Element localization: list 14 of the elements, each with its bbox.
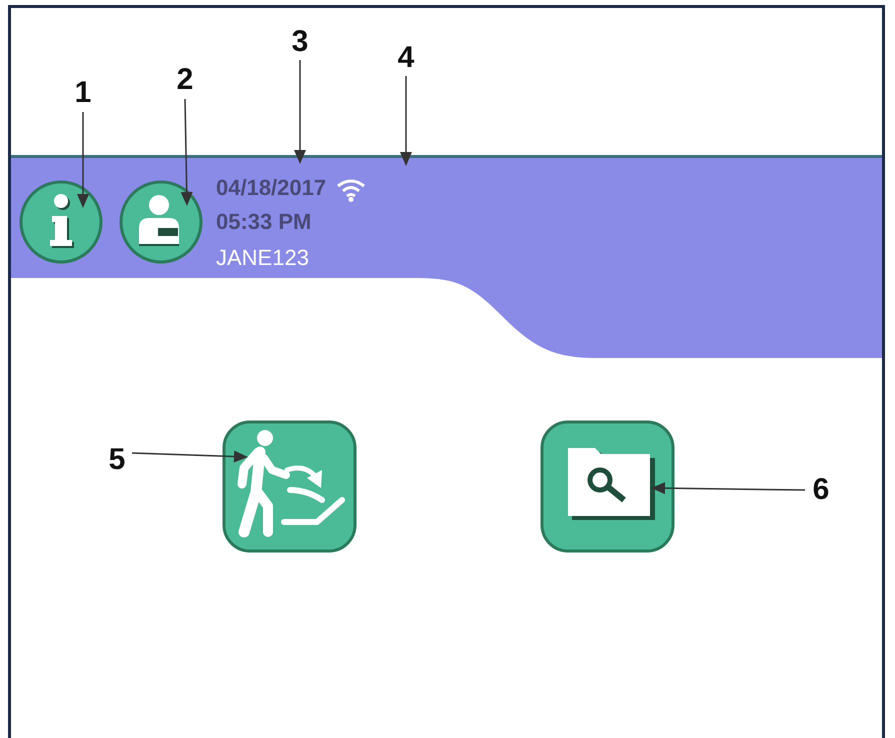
patient-transfer-button[interactable] [222,420,357,553]
time-text: 05:33 PM [216,208,312,236]
wifi-icon [336,178,366,202]
callout-number: 3 [292,27,308,57]
callout-number: 6 [812,475,830,505]
callout-number: 1 [74,78,92,108]
date-text: 04/18/2017 [216,174,326,202]
callout-number: 4 [398,43,414,73]
callout-number: 2 [176,65,194,95]
folder-search-button[interactable] [540,420,675,553]
info-button[interactable] [19,180,103,264]
user-button[interactable] [119,180,203,264]
callout-number: 5 [108,445,126,475]
username-text: JANE123 [216,244,310,272]
